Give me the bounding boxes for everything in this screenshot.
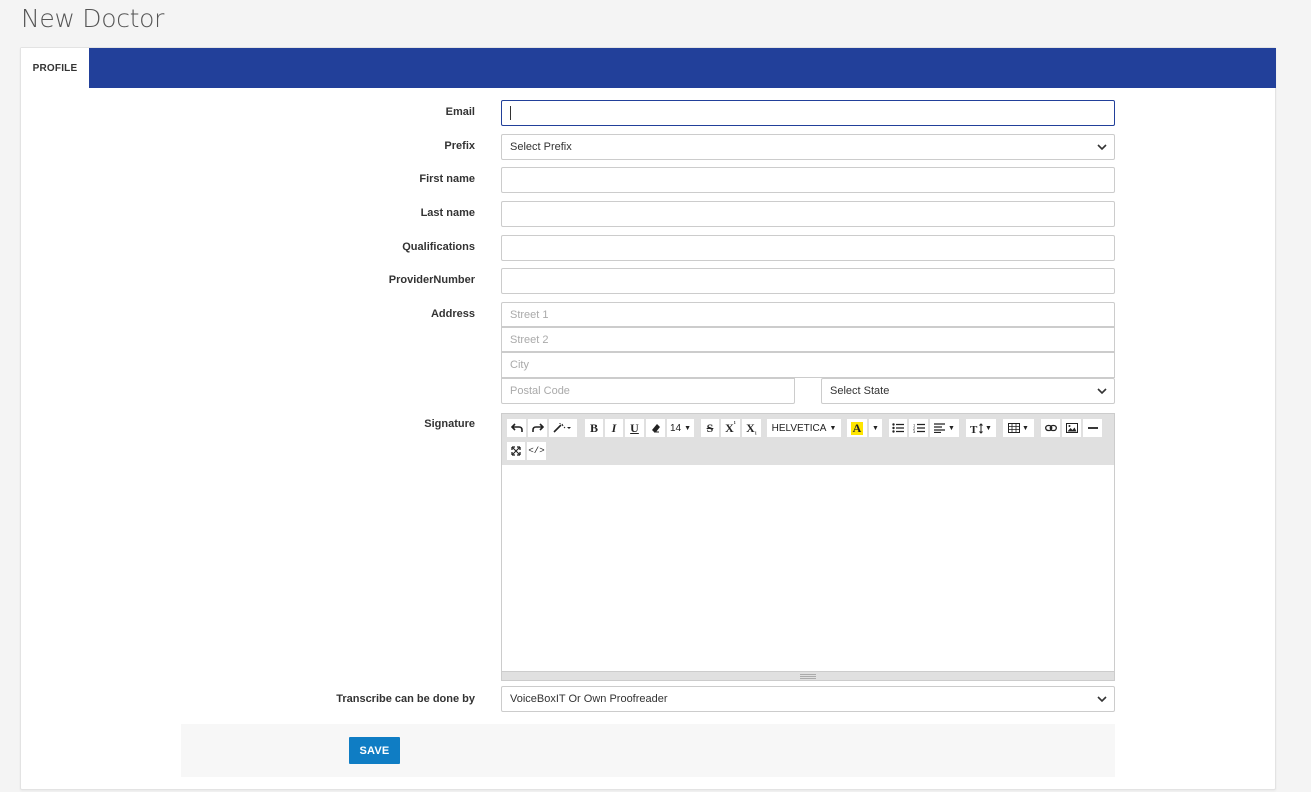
caret-down-icon: ▼ [1022, 424, 1029, 432]
city-input[interactable]: City [501, 352, 1115, 378]
last-name-input[interactable] [501, 201, 1115, 227]
numbered-list-icon: 123 [913, 423, 925, 433]
provider-number-input[interactable] [501, 268, 1115, 294]
postal-code-placeholder: Postal Code [510, 385, 570, 397]
email-label: Email [445, 106, 475, 118]
horizontal-rule-button[interactable] [1082, 418, 1103, 438]
font-family-value: HELVETICA [771, 422, 827, 434]
prefix-select[interactable]: Select Prefix [501, 134, 1115, 160]
editor-toolbar: B I U 14 ▼ S X¹ X₁ HELVETICA ▼ A ▼ 1 2 3… [502, 414, 1114, 465]
table-dropdown[interactable]: ▼ [1002, 418, 1035, 438]
link-icon [1044, 424, 1057, 432]
signature-label: Signature [424, 418, 475, 430]
qualifications-label: Qualifications [402, 241, 475, 253]
align-left-icon [934, 423, 946, 433]
qualifications-input[interactable] [501, 235, 1115, 261]
street2-input[interactable]: Street 2 [501, 327, 1115, 352]
tab-bar: PROFILE [21, 48, 1276, 88]
form-actions-bar: SAVE [181, 724, 1115, 777]
text-caret [510, 106, 511, 120]
svg-text:T: T [970, 424, 978, 434]
state-selected-value: Select State [830, 385, 890, 397]
transcribe-select[interactable]: VoiceBoxIT Or Own Proofreader [501, 686, 1115, 712]
caret-down-icon: ▼ [985, 424, 992, 432]
provider-number-label: ProviderNumber [388, 274, 475, 286]
caret-down-icon: ▼ [948, 424, 955, 432]
street2-placeholder: Street 2 [510, 333, 549, 346]
transcribe-selected-value: VoiceBoxIT Or Own Proofreader [510, 693, 668, 705]
svg-text:3: 3 [913, 429, 916, 433]
superscript-button[interactable]: X¹ [720, 418, 741, 438]
redo-icon [531, 423, 544, 432]
magic-wand-icon [553, 423, 571, 433]
prefix-selected-value: Select Prefix [510, 141, 572, 153]
numbered-list-button[interactable]: 123 [908, 418, 929, 438]
signature-editor: B I U 14 ▼ S X¹ X₁ HELVETICA ▼ A ▼ 1 2 3… [501, 413, 1115, 681]
doctor-form-card: PROFILE Email Prefix Select Prefix First… [20, 47, 1276, 790]
clear-format-button[interactable] [645, 418, 666, 438]
subscript-letter: X [746, 420, 755, 435]
last-name-label: Last name [420, 207, 475, 219]
prefix-label: Prefix [444, 140, 475, 152]
postal-code-input[interactable]: Postal Code [501, 378, 795, 404]
table-icon [1008, 423, 1021, 433]
font-size-dropdown[interactable]: 14 ▼ [666, 418, 695, 438]
insert-link-button[interactable] [1040, 418, 1061, 438]
insert-image-button[interactable] [1061, 418, 1082, 438]
subscript-mark-icon: ₁ [754, 427, 757, 435]
caret-down-icon: ▼ [829, 424, 837, 432]
caret-down-icon: ▼ [872, 424, 879, 432]
tab-profile[interactable]: PROFILE [21, 48, 89, 88]
page-title: New Doctor [21, 4, 165, 33]
transcribe-label: Transcribe can be done by [336, 693, 475, 705]
subscript-button[interactable]: X₁ [741, 418, 762, 438]
image-icon [1065, 423, 1078, 433]
align-dropdown[interactable]: ▼ [929, 418, 960, 438]
fullscreen-icon [511, 446, 521, 456]
superscript-letter: X [725, 420, 734, 435]
bold-button[interactable]: B [584, 418, 604, 438]
text-color-letter: A [850, 420, 864, 435]
eraser-icon [651, 424, 660, 433]
first-name-input[interactable] [501, 167, 1115, 193]
signature-editable-area[interactable] [502, 465, 1114, 671]
italic-button[interactable]: I [604, 418, 624, 438]
grip-icon [800, 673, 816, 679]
chevron-down-icon [1097, 388, 1107, 395]
undo-button[interactable] [506, 418, 527, 438]
superscript-mark-icon: ¹ [733, 420, 736, 428]
chevron-down-icon [1097, 696, 1107, 703]
street1-input[interactable]: Street 1 [501, 302, 1115, 327]
bullet-list-button[interactable] [888, 418, 908, 438]
text-color-button[interactable]: A [846, 418, 868, 438]
font-family-dropdown[interactable]: HELVETICA ▼ [766, 418, 842, 438]
code-view-button[interactable]: </> [526, 441, 547, 461]
caret-down-icon: ▼ [684, 424, 692, 432]
redo-button[interactable] [527, 418, 548, 438]
first-name-label: First name [419, 173, 475, 185]
font-size-value: 14 [669, 422, 682, 434]
strikethrough-button[interactable]: S [700, 418, 720, 438]
undo-icon [510, 423, 523, 432]
save-button[interactable]: SAVE [349, 737, 400, 764]
fullscreen-button[interactable] [506, 441, 526, 461]
horizontal-rule-icon [1087, 427, 1098, 429]
email-input[interactable] [501, 100, 1115, 126]
address-label: Address [430, 308, 475, 320]
state-select[interactable]: Select State [821, 378, 1115, 404]
underline-button[interactable]: U [624, 418, 645, 438]
editor-resize-handle[interactable] [502, 671, 1114, 680]
text-color-dropdown[interactable]: ▼ [868, 418, 883, 438]
magic-format-button[interactable] [548, 418, 578, 438]
street1-placeholder: Street 1 [510, 308, 549, 321]
bullet-list-icon [892, 423, 904, 433]
chevron-down-icon [1097, 144, 1107, 151]
city-placeholder: City [510, 359, 529, 371]
line-height-icon: T [970, 422, 983, 434]
line-height-dropdown[interactable]: T ▼ [965, 418, 997, 438]
